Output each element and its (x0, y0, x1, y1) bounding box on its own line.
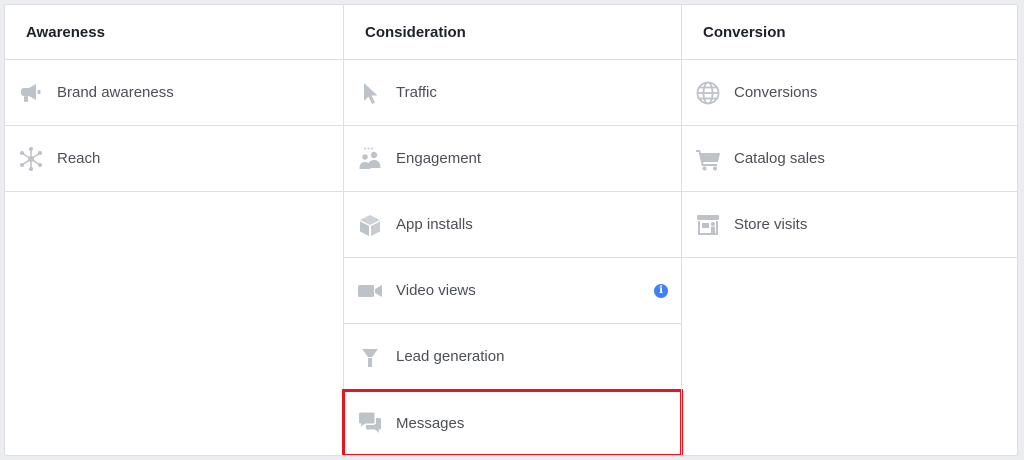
objective-label: Messages (396, 414, 465, 432)
objective-messages[interactable]: Messages (344, 390, 681, 455)
objective-label: Store visits (734, 216, 808, 233)
storefront-icon (695, 212, 721, 238)
cube-icon (357, 212, 383, 238)
objective-store-visits[interactable]: Store visits (682, 192, 1017, 258)
objective-table: Awareness Brand awareness Reach Consider… (4, 4, 1018, 456)
column-header-awareness: Awareness (5, 5, 343, 60)
megaphone-icon (18, 80, 44, 106)
people-icon (357, 146, 383, 172)
info-icon[interactable]: i (654, 283, 668, 298)
objective-label: Catalog sales (734, 150, 825, 167)
objective-label: App installs (396, 216, 473, 233)
objective-label: Reach (57, 150, 101, 167)
funnel-icon (357, 344, 383, 370)
network-icon (18, 146, 44, 172)
objective-engagement[interactable]: Engagement (344, 126, 681, 192)
objective-conversions[interactable]: Conversions (682, 60, 1017, 126)
chat-bubbles-icon (357, 410, 383, 436)
video-camera-icon (357, 278, 383, 304)
column-consideration: Consideration Traffic Engagement App ins… (342, 5, 683, 455)
column-header-conversion: Conversion (682, 5, 1017, 60)
shopping-cart-icon (695, 146, 721, 172)
cursor-icon (357, 80, 383, 106)
objective-app-installs[interactable]: App installs (344, 192, 681, 258)
objective-label: Brand awareness (57, 84, 174, 101)
column-awareness: Awareness Brand awareness Reach (5, 5, 343, 455)
objective-lead-generation[interactable]: Lead generation (344, 324, 681, 390)
globe-icon (695, 80, 721, 106)
column-header-consideration: Consideration (344, 5, 681, 60)
objective-label: Conversions (734, 84, 818, 101)
objective-catalog-sales[interactable]: Catalog sales (682, 126, 1017, 192)
objective-label: Lead generation (396, 348, 505, 365)
objective-label: Engagement (396, 150, 482, 167)
objective-video-views[interactable]: Video views i (344, 258, 681, 324)
objective-brand-awareness[interactable]: Brand awareness (5, 60, 343, 126)
objective-label: Traffic (396, 84, 437, 101)
objective-traffic[interactable]: Traffic (344, 60, 681, 126)
objective-label: Video views (396, 282, 476, 299)
objective-reach[interactable]: Reach (5, 126, 343, 192)
column-conversion: Conversion Conversions Catalog sales Sto… (681, 5, 1017, 455)
